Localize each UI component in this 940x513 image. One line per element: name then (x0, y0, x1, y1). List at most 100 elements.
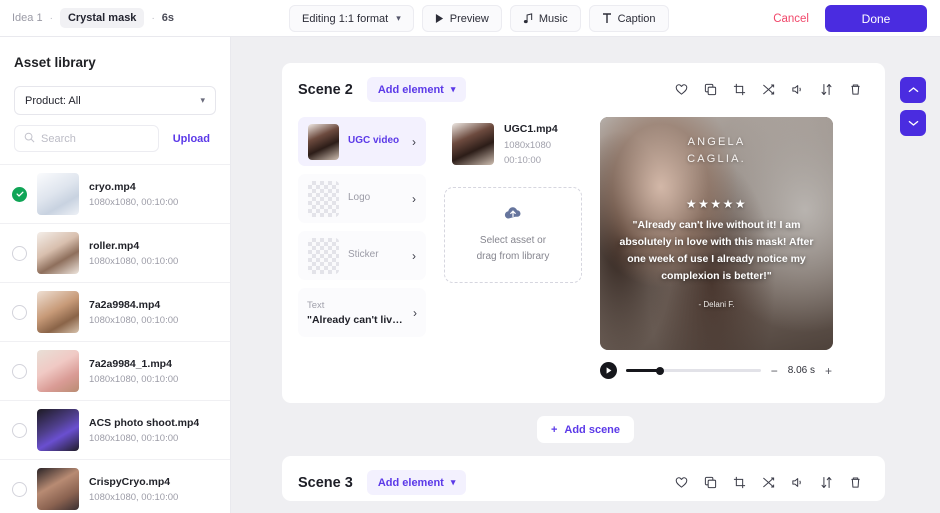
caption-button-label: Caption (617, 12, 656, 25)
selected-asset-row[interactable]: UGC1.mp4 1080x1080 00:10:00 (444, 117, 582, 174)
selected-asset-thumbnail (452, 123, 494, 165)
reorder-swap-icon[interactable] (813, 77, 840, 102)
top-bar-actions: Cancel Done (773, 5, 927, 32)
shuffle-icon[interactable] (755, 77, 782, 102)
element-card-logo[interactable]: Logo › (298, 174, 426, 223)
increase-duration-button[interactable]: + (824, 364, 833, 378)
scene-2-header: Scene 2 Add element ▾ (298, 63, 869, 108)
plus-icon: + (550, 423, 558, 436)
asset-library-sidebar: Asset library Product: All ▾ Upload (0, 37, 231, 513)
overlay-star-rating: ★★★★★ (685, 197, 748, 211)
asset-radio-button[interactable] (12, 304, 27, 320)
upload-button[interactable]: Upload (167, 133, 216, 145)
chevron-right-icon: › (412, 248, 416, 263)
music-button[interactable]: Music (509, 5, 581, 32)
asset-list-item[interactable]: 7a2a9984_1.mp4 1080x1080, 00:10:00 (0, 341, 230, 400)
asset-radio-button[interactable] (12, 245, 27, 261)
favorite-heart-icon[interactable] (668, 77, 695, 102)
dropzone-line-1: Select asset or (479, 234, 547, 246)
asset-list-item[interactable]: roller.mp4 1080x1080, 00:10:00 (0, 223, 230, 282)
asset-dropzone[interactable]: Select asset or drag from library (444, 187, 582, 284)
asset-radio-button[interactable] (12, 481, 27, 497)
asset-list-item[interactable]: CrispyCryo.mp4 1080x1080, 00:10:00 (0, 459, 230, 513)
editor-body: Asset library Product: All ▾ Upload (0, 37, 940, 513)
selected-asset-resolution: 1080x1080 (504, 140, 552, 151)
asset-meta: 7a2a9984.mp4 1080x1080, 00:10:00 (89, 299, 178, 326)
duplicate-icon[interactable] (697, 77, 724, 102)
play-icon (435, 14, 444, 23)
music-note-icon (523, 13, 533, 24)
scene-3-title: Scene 3 (298, 474, 353, 491)
progress-knob[interactable] (655, 366, 664, 375)
asset-list: cryo.mp4 1080x1080, 00:10:00 roller.mp4 108… (0, 164, 230, 513)
chevron-right-icon: › (413, 305, 417, 320)
play-button[interactable] (600, 362, 617, 379)
music-button-label: Music (538, 12, 568, 25)
scene-2-add-element-button[interactable]: Add element ▾ (366, 77, 467, 102)
breadcrumb: Idea 1 · Crystal mask · 6s (0, 8, 174, 28)
element-card-ugc-video[interactable]: UGC video › (298, 117, 426, 166)
breadcrumb-project-chip[interactable]: Crystal mask (59, 8, 145, 28)
format-dropdown-label: Editing 1:1 format (302, 12, 389, 25)
asset-radio-button[interactable] (12, 363, 27, 379)
product-filter-label: Product: All (25, 94, 81, 107)
asset-meta-text: 1080x1080, 00:10:00 (89, 432, 179, 444)
volume-icon[interactable] (784, 470, 811, 495)
reorder-swap-icon[interactable] (813, 470, 840, 495)
scroll-up-button[interactable] (900, 77, 926, 103)
breadcrumb-separator: · (49, 12, 53, 24)
element-card-sticker[interactable]: Sticker › (298, 231, 426, 280)
add-scene-button[interactable]: + Add scene (536, 416, 635, 443)
crop-icon[interactable] (726, 470, 753, 495)
favorite-heart-icon[interactable] (668, 470, 695, 495)
format-dropdown[interactable]: Editing 1:1 format ▾ (289, 5, 414, 32)
volume-icon[interactable] (784, 77, 811, 102)
top-bar: Idea 1 · Crystal mask · 6s Editing 1:1 f… (0, 0, 940, 37)
delete-trash-icon[interactable] (842, 470, 869, 495)
crop-icon[interactable] (726, 77, 753, 102)
asset-radio-button[interactable] (12, 422, 27, 438)
search-box[interactable] (14, 125, 159, 152)
asset-meta: CrispyCryo.mp4 1080x1080, 00:10:00 (89, 476, 178, 503)
sidebar-search-row: Upload (14, 125, 216, 152)
scene-canvas: Scene 2 Add element ▾ UGC video › Logo ›… (231, 37, 940, 513)
progress-slider[interactable] (626, 366, 761, 375)
overlay-quote-text: "Already can't live without it! I am abs… (619, 219, 814, 282)
scene-2-asset-panel: UGC1.mp4 1080x1080 00:10:00 Select asset… (444, 117, 582, 379)
chevron-down-icon: ▾ (200, 95, 205, 105)
text-t-icon (602, 13, 612, 24)
add-scene-row: + Add scene (231, 416, 940, 443)
asset-list-item[interactable]: ACS photo shoot.mp4 1080x1080, 00:10:00 (0, 400, 230, 459)
done-button[interactable]: Done (825, 5, 927, 32)
preview-button[interactable]: Preview (421, 5, 502, 32)
asset-thumbnail (37, 232, 79, 274)
product-filter-dropdown[interactable]: Product: All ▾ (14, 86, 216, 115)
asset-meta-text: 1080x1080, 00:10:00 (89, 255, 179, 267)
element-card-text[interactable]: Text "Already can't live.." › (298, 288, 426, 337)
search-input[interactable] (41, 132, 149, 145)
scroll-down-button[interactable] (900, 110, 926, 136)
asset-selected-check-icon[interactable] (12, 186, 27, 202)
shuffle-icon[interactable] (755, 470, 782, 495)
asset-meta-text: 1080x1080, 00:10:00 (89, 314, 179, 326)
video-preview-frame[interactable]: ANGELA CAGLIA. ★★★★★ "Already can't live … (600, 117, 833, 350)
scene-3-header: Scene 3 Add element ▾ (298, 456, 869, 501)
asset-name: 7a2a9984.mp4 (89, 298, 161, 311)
decrease-duration-button[interactable]: − (770, 364, 779, 378)
search-icon (24, 130, 35, 148)
duplicate-icon[interactable] (697, 470, 724, 495)
scene-2-preview: ANGELA CAGLIA. ★★★★★ "Already can't live … (600, 117, 869, 379)
element-text-value: "Already can't live.." (307, 313, 407, 326)
asset-list-item[interactable]: 7a2a9984.mp4 1080x1080, 00:10:00 (0, 282, 230, 341)
cancel-button[interactable]: Cancel (773, 13, 809, 25)
asset-meta: 7a2a9984_1.mp4 1080x1080, 00:10:00 (89, 358, 178, 385)
caption-button[interactable]: Caption (588, 5, 669, 32)
breadcrumb-idea[interactable]: Idea 1 (12, 12, 43, 24)
scene-3-add-element-button[interactable]: Add element ▾ (366, 470, 467, 495)
chevron-down-icon: ▾ (396, 13, 401, 23)
add-element-label: Add element (377, 83, 444, 96)
scene-3-action-icons (668, 470, 869, 495)
preview-button-label: Preview (449, 12, 489, 25)
asset-list-item[interactable]: cryo.mp4 1080x1080, 00:10:00 (0, 164, 230, 223)
delete-trash-icon[interactable] (842, 77, 869, 102)
